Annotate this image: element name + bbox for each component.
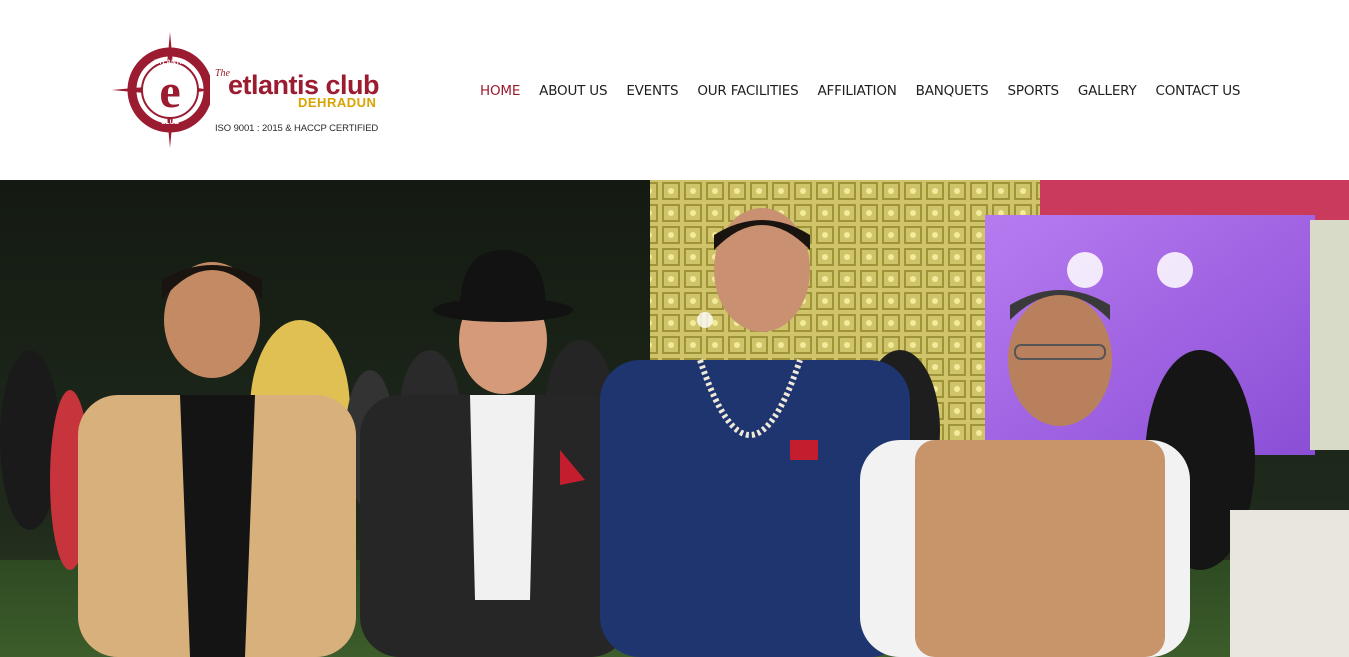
site-logo[interactable]: ETLANTIS CLUB e The etlantis club DEHRAD… [112, 32, 402, 148]
nav-contact-us[interactable]: CONTACT US [1156, 83, 1241, 99]
logo-city: DEHRADUN [298, 95, 377, 110]
nav-home[interactable]: HOME [480, 83, 520, 99]
nav-our-facilities[interactable]: OUR FACILITIES [697, 83, 798, 99]
site-header: ETLANTIS CLUB e The etlantis club DEHRAD… [0, 0, 1349, 180]
nav-events[interactable]: EVENTS [626, 83, 678, 99]
nav-sports[interactable]: SPORTS [1008, 83, 1060, 99]
nav-banquets[interactable]: BANQUETS [916, 83, 989, 99]
nav-affiliation[interactable]: AFFILIATION [817, 83, 896, 99]
hero-photo-image [0, 180, 1349, 657]
nav-about-us[interactable]: ABOUT US [539, 83, 607, 99]
logo-certification: ISO 9001 : 2015 & HACCP CERTIFIED [215, 123, 379, 134]
hero-slider[interactable] [0, 180, 1349, 657]
emblem-ring-bottom-text: CLUB [161, 119, 179, 126]
main-navigation: HOME ABOUT US EVENTS OUR FACILITIES AFFI… [480, 80, 1259, 102]
nav-gallery[interactable]: GALLERY [1078, 83, 1137, 99]
emblem-letter: e [159, 65, 180, 118]
compass-emblem-icon: ETLANTIS CLUB e [112, 32, 210, 148]
